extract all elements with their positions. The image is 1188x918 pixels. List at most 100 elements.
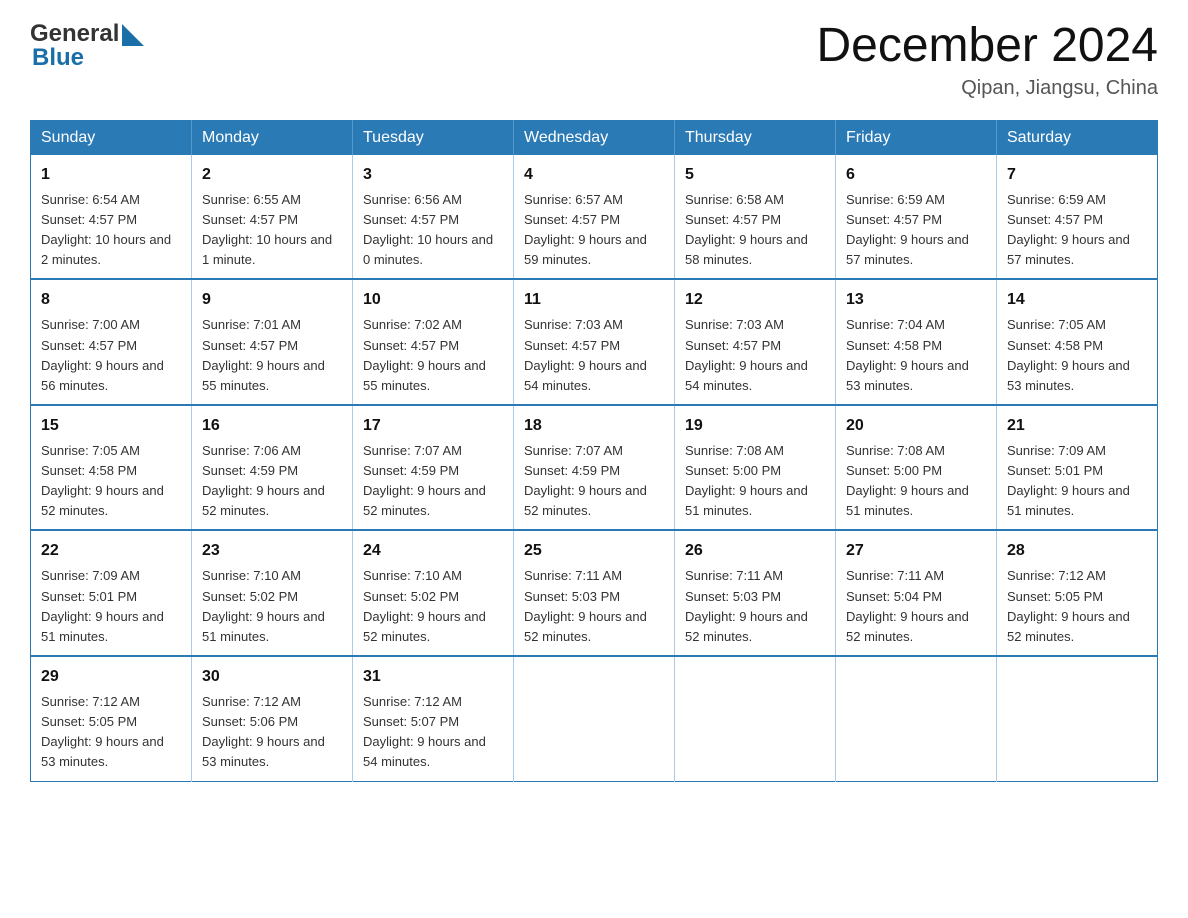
day-number: 10 (363, 288, 503, 312)
calendar-cell: 18 Sunrise: 7:07 AMSunset: 4:59 PMDaylig… (514, 405, 675, 531)
day-info: Sunrise: 7:09 AMSunset: 5:01 PMDaylight:… (1007, 443, 1130, 518)
calendar-cell: 24 Sunrise: 7:10 AMSunset: 5:02 PMDaylig… (353, 530, 514, 656)
day-number: 26 (685, 539, 825, 563)
day-number: 4 (524, 163, 664, 187)
day-number: 31 (363, 665, 503, 689)
day-number: 28 (1007, 539, 1147, 563)
calendar-cell (514, 656, 675, 781)
day-number: 2 (202, 163, 342, 187)
day-info: Sunrise: 7:05 AMSunset: 4:58 PMDaylight:… (1007, 317, 1130, 392)
day-number: 13 (846, 288, 986, 312)
calendar-cell: 9 Sunrise: 7:01 AMSunset: 4:57 PMDayligh… (192, 279, 353, 405)
day-info: Sunrise: 6:58 AMSunset: 4:57 PMDaylight:… (685, 192, 808, 267)
day-info: Sunrise: 7:08 AMSunset: 5:00 PMDaylight:… (846, 443, 969, 518)
calendar-cell: 4 Sunrise: 6:57 AMSunset: 4:57 PMDayligh… (514, 155, 675, 280)
day-number: 16 (202, 414, 342, 438)
calendar-cell: 20 Sunrise: 7:08 AMSunset: 5:00 PMDaylig… (836, 405, 997, 531)
day-number: 18 (524, 414, 664, 438)
day-info: Sunrise: 6:55 AMSunset: 4:57 PMDaylight:… (202, 192, 332, 267)
day-number: 27 (846, 539, 986, 563)
calendar-cell: 11 Sunrise: 7:03 AMSunset: 4:57 PMDaylig… (514, 279, 675, 405)
day-info: Sunrise: 6:57 AMSunset: 4:57 PMDaylight:… (524, 192, 647, 267)
col-tuesday: Tuesday (353, 120, 514, 155)
calendar-header-row: Sunday Monday Tuesday Wednesday Thursday… (31, 120, 1158, 155)
col-friday: Friday (836, 120, 997, 155)
col-wednesday: Wednesday (514, 120, 675, 155)
calendar-cell: 29 Sunrise: 7:12 AMSunset: 5:05 PMDaylig… (31, 656, 192, 781)
calendar-cell: 21 Sunrise: 7:09 AMSunset: 5:01 PMDaylig… (997, 405, 1158, 531)
calendar-cell: 26 Sunrise: 7:11 AMSunset: 5:03 PMDaylig… (675, 530, 836, 656)
calendar-cell: 14 Sunrise: 7:05 AMSunset: 4:58 PMDaylig… (997, 279, 1158, 405)
calendar-cell: 31 Sunrise: 7:12 AMSunset: 5:07 PMDaylig… (353, 656, 514, 781)
day-number: 29 (41, 665, 181, 689)
col-monday: Monday (192, 120, 353, 155)
day-number: 6 (846, 163, 986, 187)
day-info: Sunrise: 7:03 AMSunset: 4:57 PMDaylight:… (685, 317, 808, 392)
calendar-week-row: 29 Sunrise: 7:12 AMSunset: 5:05 PMDaylig… (31, 656, 1158, 781)
day-info: Sunrise: 7:11 AMSunset: 5:03 PMDaylight:… (524, 568, 647, 643)
calendar-cell: 12 Sunrise: 7:03 AMSunset: 4:57 PMDaylig… (675, 279, 836, 405)
calendar-cell: 6 Sunrise: 6:59 AMSunset: 4:57 PMDayligh… (836, 155, 997, 280)
title-section: December 2024 Qipan, Jiangsu, China (816, 20, 1158, 100)
calendar-cell: 19 Sunrise: 7:08 AMSunset: 5:00 PMDaylig… (675, 405, 836, 531)
day-info: Sunrise: 6:56 AMSunset: 4:57 PMDaylight:… (363, 192, 493, 267)
day-info: Sunrise: 7:04 AMSunset: 4:58 PMDaylight:… (846, 317, 969, 392)
col-thursday: Thursday (675, 120, 836, 155)
day-number: 14 (1007, 288, 1147, 312)
day-info: Sunrise: 7:11 AMSunset: 5:03 PMDaylight:… (685, 568, 808, 643)
calendar-cell (836, 656, 997, 781)
day-info: Sunrise: 7:11 AMSunset: 5:04 PMDaylight:… (846, 568, 969, 643)
day-number: 19 (685, 414, 825, 438)
day-number: 20 (846, 414, 986, 438)
day-number: 30 (202, 665, 342, 689)
calendar-cell: 22 Sunrise: 7:09 AMSunset: 5:01 PMDaylig… (31, 530, 192, 656)
calendar-cell: 13 Sunrise: 7:04 AMSunset: 4:58 PMDaylig… (836, 279, 997, 405)
logo-blue-text: Blue (32, 44, 84, 72)
day-info: Sunrise: 7:02 AMSunset: 4:57 PMDaylight:… (363, 317, 486, 392)
calendar-cell (997, 656, 1158, 781)
day-info: Sunrise: 6:54 AMSunset: 4:57 PMDaylight:… (41, 192, 171, 267)
day-info: Sunrise: 6:59 AMSunset: 4:57 PMDaylight:… (846, 192, 969, 267)
day-info: Sunrise: 7:01 AMSunset: 4:57 PMDaylight:… (202, 317, 325, 392)
day-number: 12 (685, 288, 825, 312)
calendar-cell: 17 Sunrise: 7:07 AMSunset: 4:59 PMDaylig… (353, 405, 514, 531)
calendar-cell: 1 Sunrise: 6:54 AMSunset: 4:57 PMDayligh… (31, 155, 192, 280)
calendar-cell: 15 Sunrise: 7:05 AMSunset: 4:58 PMDaylig… (31, 405, 192, 531)
col-saturday: Saturday (997, 120, 1158, 155)
day-number: 1 (41, 163, 181, 187)
day-number: 7 (1007, 163, 1147, 187)
calendar-cell: 23 Sunrise: 7:10 AMSunset: 5:02 PMDaylig… (192, 530, 353, 656)
day-number: 17 (363, 414, 503, 438)
calendar-cell: 28 Sunrise: 7:12 AMSunset: 5:05 PMDaylig… (997, 530, 1158, 656)
month-title: December 2024 (816, 20, 1158, 73)
day-info: Sunrise: 7:03 AMSunset: 4:57 PMDaylight:… (524, 317, 647, 392)
calendar-cell: 8 Sunrise: 7:00 AMSunset: 4:57 PMDayligh… (31, 279, 192, 405)
day-info: Sunrise: 7:08 AMSunset: 5:00 PMDaylight:… (685, 443, 808, 518)
day-info: Sunrise: 7:07 AMSunset: 4:59 PMDaylight:… (524, 443, 647, 518)
day-number: 9 (202, 288, 342, 312)
day-info: Sunrise: 7:12 AMSunset: 5:05 PMDaylight:… (41, 694, 164, 769)
day-number: 5 (685, 163, 825, 187)
col-sunday: Sunday (31, 120, 192, 155)
day-info: Sunrise: 7:10 AMSunset: 5:02 PMDaylight:… (202, 568, 325, 643)
day-info: Sunrise: 7:05 AMSunset: 4:58 PMDaylight:… (41, 443, 164, 518)
day-info: Sunrise: 7:12 AMSunset: 5:05 PMDaylight:… (1007, 568, 1130, 643)
calendar-cell (675, 656, 836, 781)
calendar-cell: 10 Sunrise: 7:02 AMSunset: 4:57 PMDaylig… (353, 279, 514, 405)
day-number: 3 (363, 163, 503, 187)
calendar-week-row: 15 Sunrise: 7:05 AMSunset: 4:58 PMDaylig… (31, 405, 1158, 531)
day-info: Sunrise: 7:09 AMSunset: 5:01 PMDaylight:… (41, 568, 164, 643)
calendar-cell: 16 Sunrise: 7:06 AMSunset: 4:59 PMDaylig… (192, 405, 353, 531)
logo-icon (122, 24, 144, 46)
calendar-cell: 3 Sunrise: 6:56 AMSunset: 4:57 PMDayligh… (353, 155, 514, 280)
calendar-cell: 5 Sunrise: 6:58 AMSunset: 4:57 PMDayligh… (675, 155, 836, 280)
day-info: Sunrise: 7:12 AMSunset: 5:06 PMDaylight:… (202, 694, 325, 769)
calendar-cell: 30 Sunrise: 7:12 AMSunset: 5:06 PMDaylig… (192, 656, 353, 781)
calendar-week-row: 8 Sunrise: 7:00 AMSunset: 4:57 PMDayligh… (31, 279, 1158, 405)
logo: General Blue (30, 20, 144, 72)
day-number: 23 (202, 539, 342, 563)
calendar-week-row: 1 Sunrise: 6:54 AMSunset: 4:57 PMDayligh… (31, 155, 1158, 280)
day-info: Sunrise: 7:07 AMSunset: 4:59 PMDaylight:… (363, 443, 486, 518)
day-info: Sunrise: 7:10 AMSunset: 5:02 PMDaylight:… (363, 568, 486, 643)
calendar-cell: 7 Sunrise: 6:59 AMSunset: 4:57 PMDayligh… (997, 155, 1158, 280)
